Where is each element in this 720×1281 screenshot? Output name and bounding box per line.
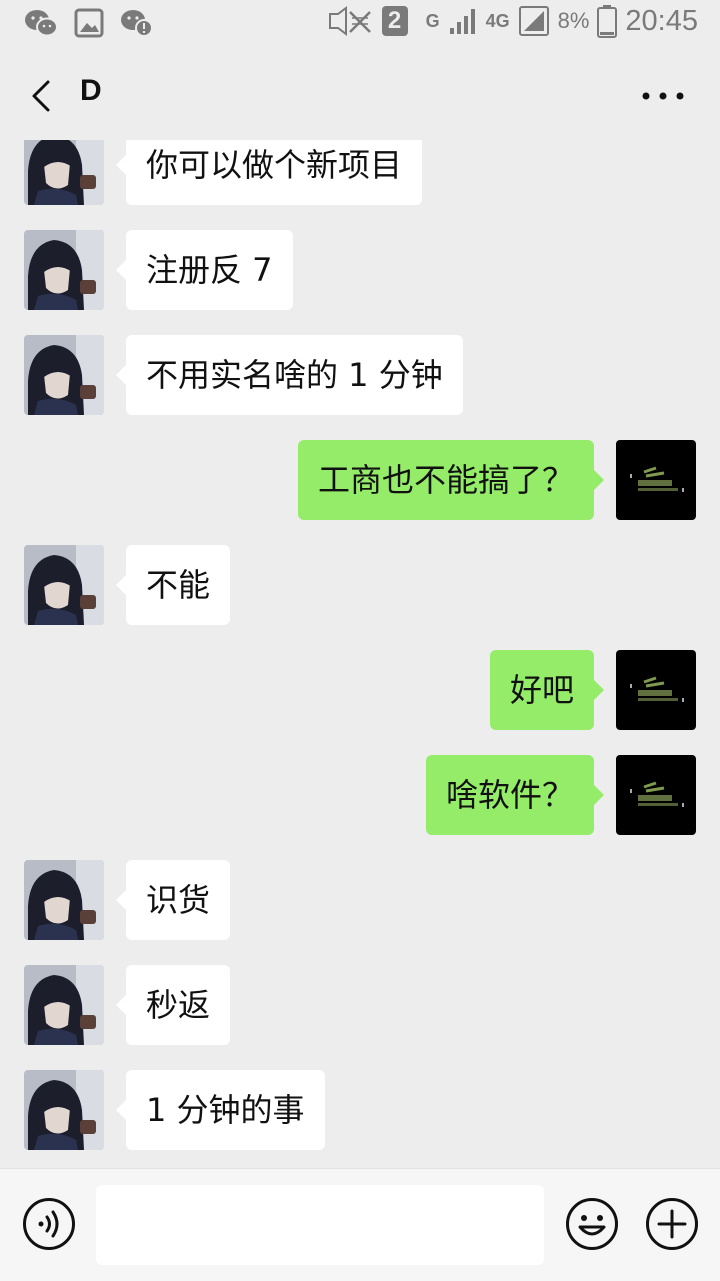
my-avatar[interactable]: [616, 650, 696, 730]
message-bubble-incoming[interactable]: 1 分钟的事: [116, 1070, 325, 1150]
contact-avatar[interactable]: [24, 140, 104, 205]
message-row: 识货: [0, 860, 720, 940]
network-type-g: G: [425, 10, 440, 31]
status-bar: 2 G 4G 8% 20:45: [0, 0, 720, 48]
message-bubble-outgoing[interactable]: 啥软件？: [425, 755, 605, 835]
contact-avatar[interactable]: [24, 1070, 104, 1150]
back-icon[interactable]: [24, 78, 60, 114]
wechat-alert-icon: [121, 10, 153, 37]
gallery-icon: [74, 8, 104, 38]
battery-percent: 8%: [557, 8, 590, 33]
message-bubble-incoming[interactable]: 不能: [115, 545, 231, 625]
message-row: 注册反 7: [0, 230, 720, 310]
message-row: 不用实名啥的 1 分钟: [0, 335, 720, 415]
network-type-4g: 4G: [485, 10, 510, 31]
message-row: 好吧: [0, 650, 720, 730]
mute-icon: [328, 6, 371, 36]
message-row: 工商也不能搞了？: [0, 440, 720, 520]
message-row: 1 分钟的事: [0, 1070, 720, 1150]
message-row: 不能: [0, 545, 720, 625]
system-icons: 2 G 4G 8% 20:45: [326, 4, 698, 38]
message-list[interactable]: 你可以做个新项目 注册反 7 不用实名啥的 1 分钟 工商也不能搞了？ 不能 好…: [0, 140, 720, 1168]
plus-icon[interactable]: [645, 1197, 699, 1251]
sim-slot-badge: 2: [381, 6, 408, 36]
contact-avatar[interactable]: [24, 335, 104, 415]
chat-title: D: [80, 74, 102, 107]
input-bar: [0, 1168, 720, 1281]
voice-icon[interactable]: [22, 1197, 76, 1251]
message-row: 你可以做个新项目: [0, 140, 720, 205]
my-avatar[interactable]: [616, 755, 696, 835]
contact-avatar[interactable]: [24, 965, 104, 1045]
message-bubble-incoming[interactable]: 不用实名啥的 1 分钟: [116, 335, 463, 415]
message-row: 啥软件？: [0, 755, 720, 835]
clock: 20:45: [625, 4, 698, 37]
message-bubble-outgoing[interactable]: 好吧: [489, 650, 605, 730]
message-bubble-outgoing[interactable]: 工商也不能搞了？: [297, 440, 605, 520]
message-row: 秒返: [0, 965, 720, 1045]
emoji-icon[interactable]: [565, 1197, 619, 1251]
signal-icon: [518, 6, 549, 36]
more-icon[interactable]: [640, 78, 686, 114]
contact-avatar[interactable]: [24, 230, 104, 310]
my-avatar[interactable]: [616, 440, 696, 520]
contact-avatar[interactable]: [24, 545, 104, 625]
message-bubble-incoming[interactable]: 识货: [115, 860, 231, 940]
contact-avatar[interactable]: [24, 860, 104, 940]
message-bubble-incoming[interactable]: 你可以做个新项目: [115, 140, 423, 205]
wechat-icon: [25, 10, 58, 37]
signal-icon: [449, 9, 475, 34]
message-input[interactable]: [96, 1185, 544, 1265]
chat-header: D: [0, 48, 720, 144]
notification-icons: [24, 8, 154, 38]
battery-icon: [597, 5, 618, 38]
message-bubble-incoming[interactable]: 秒返: [115, 965, 231, 1045]
message-bubble-incoming[interactable]: 注册反 7: [116, 230, 293, 310]
